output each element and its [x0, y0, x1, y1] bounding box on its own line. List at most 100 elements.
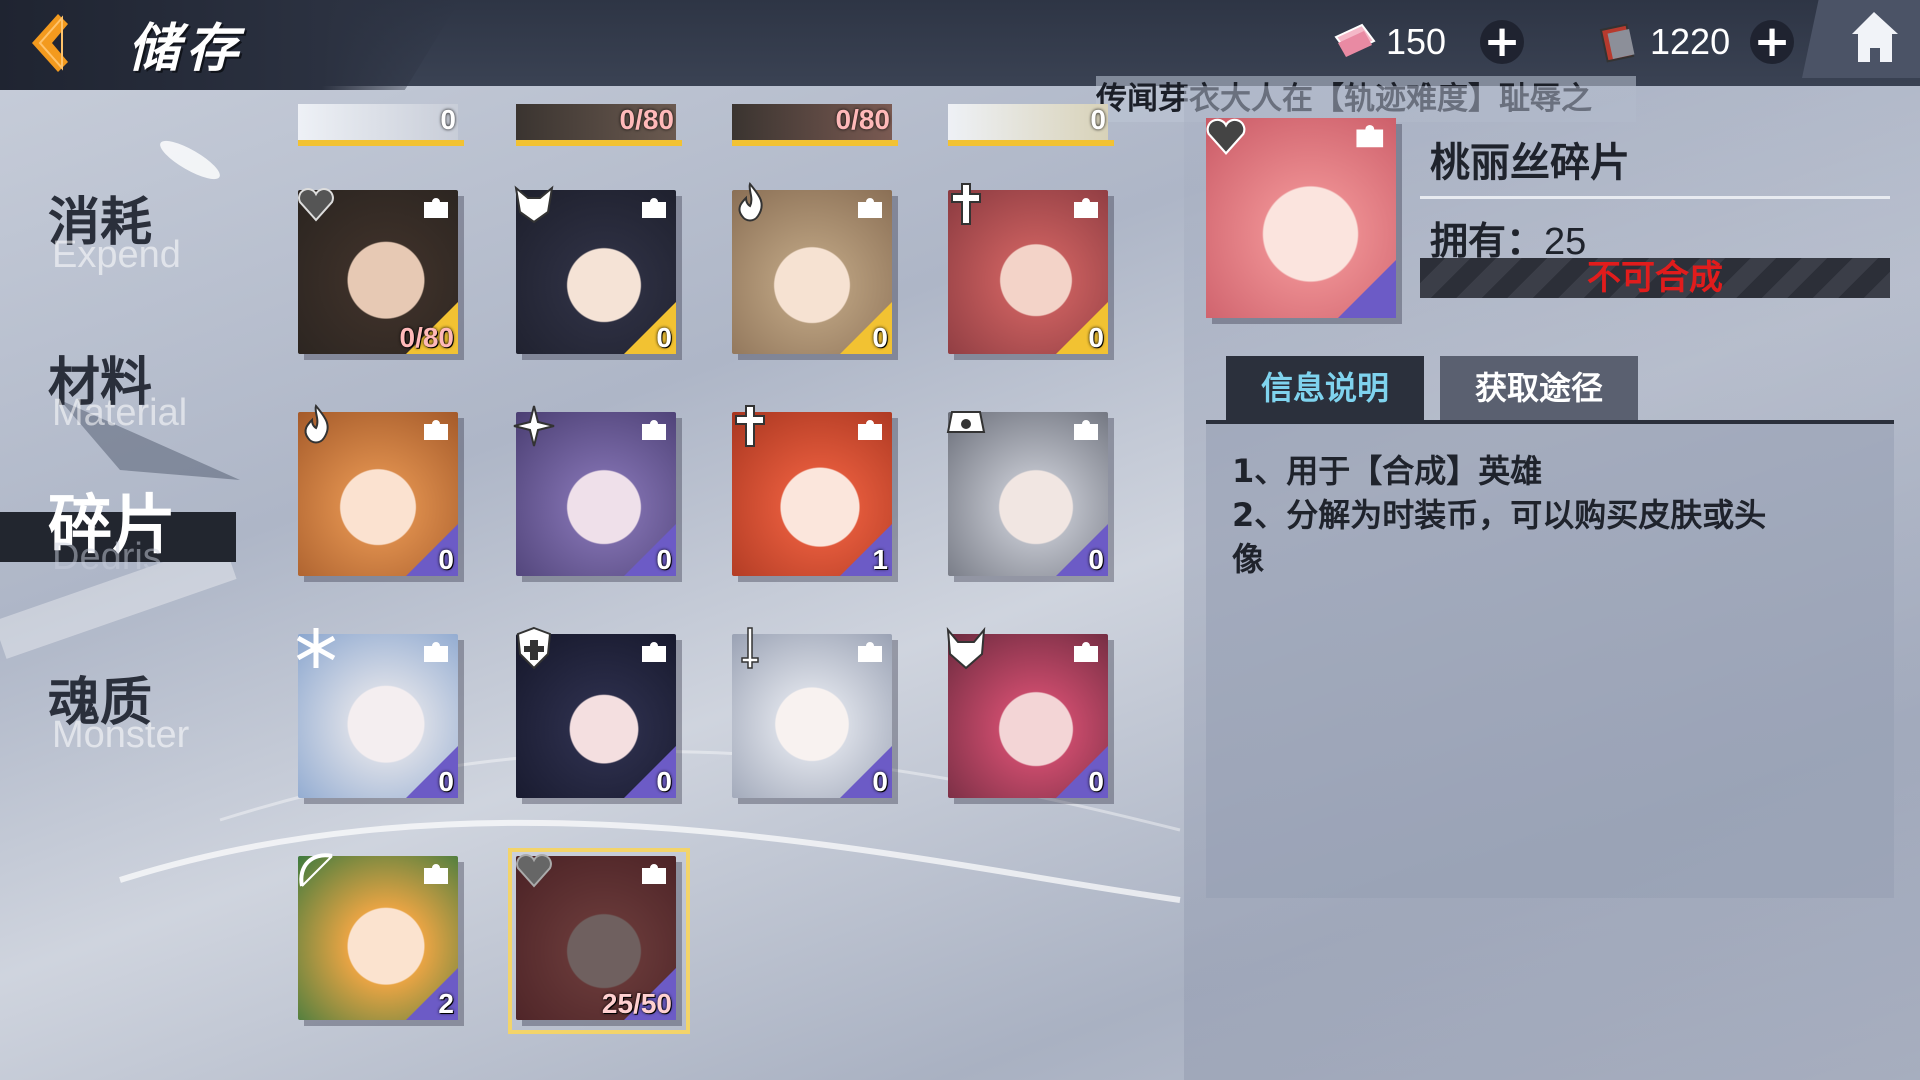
fragment-count: 0: [656, 322, 672, 353]
fragment-count: 1: [872, 544, 888, 575]
cross-class-icon: [735, 405, 765, 447]
puzzle-icon: [1074, 420, 1098, 440]
description-line-2: 2、分解为时装币，可以购买皮肤或头: [1232, 496, 1767, 534]
currency-ticket: 150 +: [1332, 14, 1525, 70]
fragment-card[interactable]: 2: [298, 853, 464, 1026]
puzzle-icon: [424, 198, 448, 218]
fragment-card[interactable]: 1: [732, 405, 898, 582]
tab-info[interactable]: 信息说明: [1226, 356, 1424, 420]
currency-ticket-value: 150: [1386, 21, 1447, 62]
fragment-card[interactable]: 0: [948, 183, 1114, 360]
book-icon: [1599, 23, 1635, 63]
heart-class-icon: [298, 188, 334, 222]
puzzle-icon: [424, 864, 448, 884]
puzzle-icon: [424, 642, 448, 662]
back-arrow-icon: [32, 14, 68, 72]
puzzle-icon: [858, 198, 882, 218]
fragment-card[interactable]: 0: [298, 403, 464, 582]
puzzle-icon: [642, 198, 666, 218]
fragment-name: 桃丽丝碎片: [1430, 140, 1630, 186]
nav-debris-sublabel: Dedris: [52, 536, 162, 578]
name-divider: [1420, 196, 1890, 199]
snowflake-class-icon: [296, 628, 336, 668]
partial-card[interactable]: 0: [948, 104, 1114, 146]
hat-class-icon: [946, 411, 986, 433]
fragment-count: 0: [656, 766, 672, 797]
fragment-count: 0/80: [835, 104, 891, 135]
currency-book-value: 1220: [1650, 21, 1731, 62]
fragment-count: 0: [1088, 766, 1104, 797]
partial-card[interactable]: 0/80: [732, 104, 898, 146]
puzzle-icon: [642, 864, 666, 884]
fragment-count: 0: [1088, 322, 1104, 353]
description-line-1: 1、用于【合成】英雄: [1232, 452, 1543, 490]
demon-class-icon: [946, 626, 986, 670]
fragment-card[interactable]: 0: [946, 411, 1114, 582]
nav-material-sublabel: Material: [52, 392, 188, 434]
shuriken-class-icon: [513, 405, 555, 447]
fragment-card[interactable]: 0: [296, 628, 464, 804]
fragment-card[interactable]: 0: [732, 181, 898, 360]
synthesis-status: 不可合成: [1420, 258, 1890, 298]
fragment-count: 0: [438, 766, 454, 797]
owned-value: 25: [1544, 221, 1587, 263]
owned-label: 拥有：: [1430, 219, 1545, 263]
nav-material[interactable]: 材料 Material: [0, 340, 230, 440]
partial-card[interactable]: 0: [298, 104, 464, 146]
puzzle-icon: [858, 642, 882, 662]
owned-row: 拥有：25: [1430, 210, 1586, 265]
partial-card[interactable]: 0/80: [516, 104, 682, 146]
detail-portrait: [1206, 118, 1402, 324]
flame-class-icon: [738, 181, 763, 222]
nav-expend-sublabel: Expend: [52, 234, 181, 276]
fox-mask-class-icon: [514, 185, 554, 224]
home-button[interactable]: [1802, 0, 1920, 78]
fragment-card[interactable]: 0: [514, 185, 682, 360]
nav-monster-sublabel: Monster: [52, 714, 190, 756]
fragment-count: 2: [438, 988, 454, 1019]
fragment-card[interactable]: 0: [732, 627, 898, 804]
puzzle-icon: [642, 642, 666, 662]
fragment-count: 0: [872, 766, 888, 797]
fragment-count: 0: [872, 322, 888, 353]
fragment-card[interactable]: 0/80: [298, 188, 464, 360]
puzzle-icon: [642, 420, 666, 440]
puzzle-icon: [1074, 198, 1098, 218]
shield-class-icon: [516, 626, 552, 670]
flame-class-icon: [304, 403, 329, 444]
fragment-count: 25/50: [601, 988, 672, 1019]
fragment-count: 0: [440, 104, 456, 135]
fragment-card[interactable]: 0: [513, 405, 682, 582]
puzzle-icon: [424, 420, 448, 440]
ticket-icon: [1334, 23, 1376, 57]
bow-class-icon: [299, 853, 333, 887]
tab-source[interactable]: 获取途径: [1440, 356, 1638, 420]
heart-class-icon: [1206, 118, 1246, 155]
description-line-3: 像: [1232, 540, 1265, 578]
heart-class-icon: [516, 854, 552, 888]
partial-row: 0 0/80 0/80 0: [298, 104, 1118, 146]
cross-class-icon: [951, 183, 981, 225]
fragment-count: 0: [656, 544, 672, 575]
home-icon: [1852, 12, 1898, 62]
nav-debris[interactable]: 碎片 Dedris: [0, 474, 236, 584]
sword-class-icon: [741, 627, 759, 669]
back-button[interactable]: [22, 10, 82, 76]
nav-monster[interactable]: 魂质 Monster: [0, 660, 230, 760]
fragment-card-selected[interactable]: 25/50: [508, 848, 690, 1034]
fragment-count: 0: [1090, 104, 1106, 135]
puzzle-icon: [1074, 642, 1098, 662]
fragment-card[interactable]: 0: [516, 626, 682, 804]
fragment-card[interactable]: 0: [946, 626, 1114, 804]
page-title: 储存: [128, 19, 245, 79]
currency-book: 1220 +: [1596, 14, 1795, 70]
fragment-count: 0/80: [619, 104, 675, 135]
add-ticket-button[interactable]: +: [1480, 20, 1525, 64]
puzzle-icon: [1356, 125, 1384, 148]
fragment-count: 0: [1088, 544, 1104, 575]
fragment-count: 0: [438, 544, 454, 575]
fragment-count: 0/80: [399, 322, 455, 353]
nav-expend[interactable]: 消耗 Expend: [0, 180, 230, 280]
add-book-button[interactable]: +: [1750, 20, 1795, 64]
puzzle-icon: [858, 420, 882, 440]
